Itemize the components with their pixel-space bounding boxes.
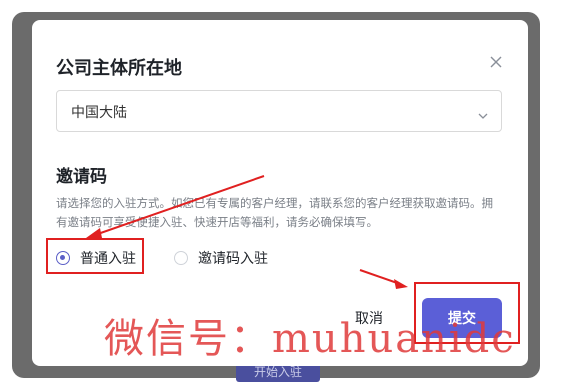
annotation-arrow-radio xyxy=(86,175,265,238)
annotation-arrow-submit xyxy=(359,269,408,289)
watermark-text: 微信号：muhuanidc xyxy=(104,316,516,362)
